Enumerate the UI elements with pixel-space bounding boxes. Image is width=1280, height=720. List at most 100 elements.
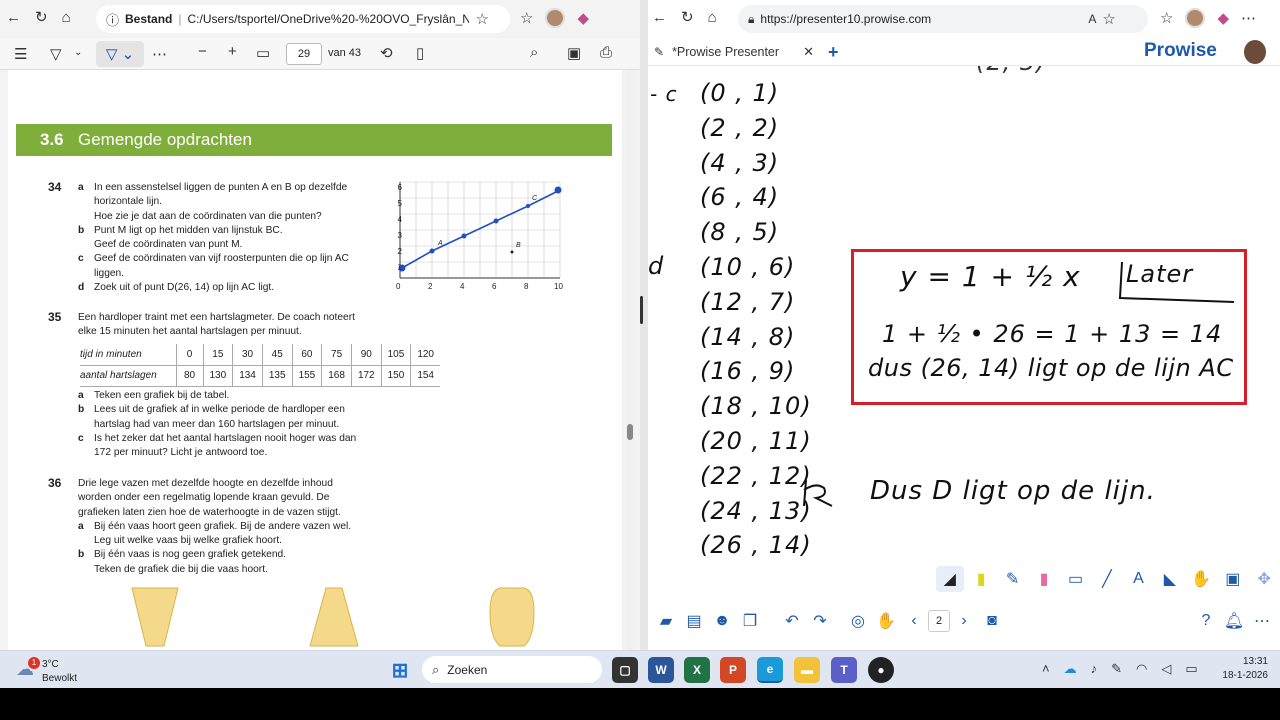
tab-prowise-presenter[interactable]: ✎ *Prowise Presenter ✕ xyxy=(648,38,814,66)
file-explorer-icon[interactable]: ▬ xyxy=(794,657,820,683)
folder-icon[interactable]: ▰ xyxy=(652,608,680,634)
eraser-icon[interactable]: ◢ xyxy=(935,566,964,592)
zoom-in-button[interactable]: + xyxy=(228,43,237,60)
home-icon[interactable]: ⌂ xyxy=(708,9,717,26)
highlight-icon[interactable]: ▽ xyxy=(50,45,62,63)
prev-page-icon[interactable]: ‹ xyxy=(900,608,928,634)
back-icon[interactable]: ← xyxy=(6,9,21,26)
chevron-down-icon[interactable]: ⌄ xyxy=(74,47,82,58)
move-icon[interactable]: ✥ xyxy=(1250,566,1278,592)
help-icon[interactable]: ? xyxy=(1192,608,1220,634)
powerpoint-icon[interactable]: P xyxy=(720,657,746,683)
clock[interactable]: 13:31 18-1-2026 xyxy=(1216,655,1268,683)
pdf-scrollbar[interactable] xyxy=(626,70,634,650)
pen-icon[interactable]: ✎ xyxy=(999,566,1027,592)
close-icon[interactable]: ✕ xyxy=(803,44,814,60)
edge-icon[interactable]: e xyxy=(757,657,783,683)
read-aloud-icon[interactable]: A xyxy=(1088,12,1096,26)
table-cell: 120 xyxy=(417,348,434,360)
fill-icon[interactable]: ◣ xyxy=(1156,566,1184,592)
page-view-icon[interactable]: ▯ xyxy=(416,44,424,62)
marker-icon[interactable]: ▮ xyxy=(1030,566,1058,592)
refresh-icon[interactable]: ↻ xyxy=(35,8,48,26)
q34a-text2: Hoe zie je dat aan de coördinaten van di… xyxy=(94,210,322,222)
profile-avatar[interactable] xyxy=(545,8,566,28)
new-tab-icon[interactable]: + xyxy=(828,42,839,63)
q34a-text: In een assenstelsel liggen de punten A e… xyxy=(94,182,348,208)
search-icon[interactable]: ⌕ xyxy=(530,44,538,61)
microphone-icon[interactable]: ♪ xyxy=(1091,661,1098,677)
contents-icon[interactable]: ☰ xyxy=(14,45,27,63)
frame-icon[interactable]: ▣ xyxy=(1219,566,1247,592)
compass-icon[interactable]: ◎ xyxy=(844,608,872,634)
volume-icon[interactable]: ◁ xyxy=(1161,661,1171,677)
more-icon[interactable]: ⋯ xyxy=(152,45,167,63)
whiteboard-canvas[interactable]: (2, 3) - c d (0 , 1) (2 , 2) (4 , 3) (6 … xyxy=(648,66,1280,650)
excel-icon[interactable]: X xyxy=(684,657,710,683)
split-handle[interactable] xyxy=(640,296,643,324)
table-cell: 154 xyxy=(417,370,434,381)
y-tick: 5 xyxy=(397,199,402,208)
print-icon[interactable]: ⎙ xyxy=(600,44,612,61)
profile-avatar[interactable] xyxy=(1185,8,1206,28)
redo-icon[interactable]: ↷ xyxy=(806,608,834,634)
favorites-icon[interactable]: ☆ xyxy=(520,9,533,27)
right-address-bar[interactable]: 🔒︎ https://presenter10.prowise.com A ☆ xyxy=(738,5,1148,33)
weather-widget[interactable]: ☁ 1 3°C Bewolkt xyxy=(16,655,86,685)
line-icon[interactable]: ╱ xyxy=(1093,566,1121,592)
table-cell: 155 xyxy=(292,365,323,386)
battery-icon[interactable]: ▭ xyxy=(1185,661,1197,677)
more-icon[interactable]: ⋯ xyxy=(1241,9,1256,27)
app-icon[interactable]: ● xyxy=(868,657,894,683)
scrollbar-thumb[interactable] xyxy=(627,424,633,440)
wifi-icon[interactable]: ◠ xyxy=(1136,661,1147,677)
start-icon[interactable]: ⊞ xyxy=(387,657,413,683)
hand-draw-icon[interactable]: ✋ xyxy=(1187,566,1215,592)
zoom-out-button[interactable]: − xyxy=(198,43,207,60)
user-avatar[interactable] xyxy=(1244,40,1266,64)
check-mark xyxy=(803,479,833,507)
task-view-icon[interactable]: ▢ xyxy=(612,657,638,683)
word-icon[interactable]: W xyxy=(648,657,674,683)
save-icon[interactable]: ▣ xyxy=(567,44,581,62)
users-icon[interactable]: ☻ xyxy=(708,608,736,634)
page-number-field[interactable]: 2 xyxy=(928,610,950,632)
pan-icon[interactable]: ✋ xyxy=(872,608,900,634)
camera-icon[interactable]: ◙ xyxy=(978,608,1006,634)
q35b-text: Lees uit de grafiek af in welke periode … xyxy=(94,404,345,430)
undo-icon[interactable]: ↶ xyxy=(778,608,806,634)
home-icon[interactable]: ⌂ xyxy=(62,9,71,26)
q35c-text: Is het zeker dat het aantal hartslagen n… xyxy=(94,432,357,459)
window-divider[interactable] xyxy=(640,0,648,650)
favorite-star-icon[interactable]: ☆ xyxy=(475,10,488,28)
draw-icon[interactable]: ▽ ⌄ xyxy=(96,41,144,67)
pen-icon[interactable]: ✎ xyxy=(1111,661,1122,677)
more-icon[interactable]: ⋯ xyxy=(1248,608,1276,634)
onedrive-icon[interactable]: ☁ xyxy=(1064,661,1077,677)
table-row: aantal hartslagen 80 130 134 135 155 168… xyxy=(80,365,440,386)
info-icon[interactable]: ⓘ xyxy=(106,10,119,29)
taskbar-search[interactable]: ⌕ Zoeken xyxy=(422,656,602,683)
text-icon[interactable]: A xyxy=(1124,566,1152,592)
pages-icon[interactable]: ❐ xyxy=(736,608,764,634)
rectangle-icon[interactable]: ▭ xyxy=(1062,566,1090,592)
q34c-text: Geef de coördinaten van vijf roosterpunt… xyxy=(94,253,349,279)
copilot-icon[interactable]: ◆ xyxy=(1217,9,1229,27)
favorite-star-icon[interactable]: ☆ xyxy=(1102,10,1115,28)
chevron-up-icon[interactable]: ˄ xyxy=(1042,661,1050,677)
x-tick: 6 xyxy=(492,282,497,291)
copilot-icon[interactable]: ◆ xyxy=(577,9,589,27)
refresh-icon[interactable]: ↻ xyxy=(681,8,694,26)
back-icon[interactable]: ← xyxy=(652,9,667,26)
next-page-icon[interactable]: › xyxy=(950,608,978,634)
rotate-icon[interactable]: ⟲ xyxy=(380,44,393,62)
highlighter-icon[interactable]: ▮ xyxy=(967,566,995,592)
notification-icon[interactable]: 🔔︎ xyxy=(1220,608,1248,634)
page-number-input[interactable]: 29 xyxy=(286,43,322,65)
teams-icon[interactable]: T xyxy=(831,657,857,683)
left-browser-actions: ☆ ◆ xyxy=(520,8,589,28)
fit-page-icon[interactable]: ▭ xyxy=(256,44,270,62)
favorites-icon[interactable]: ☆ xyxy=(1160,9,1173,27)
left-address-bar[interactable]: ⓘ Bestand | C:/Users/tsportel/OneDrive%2… xyxy=(96,5,510,33)
media-icon[interactable]: ▤ xyxy=(680,608,708,634)
